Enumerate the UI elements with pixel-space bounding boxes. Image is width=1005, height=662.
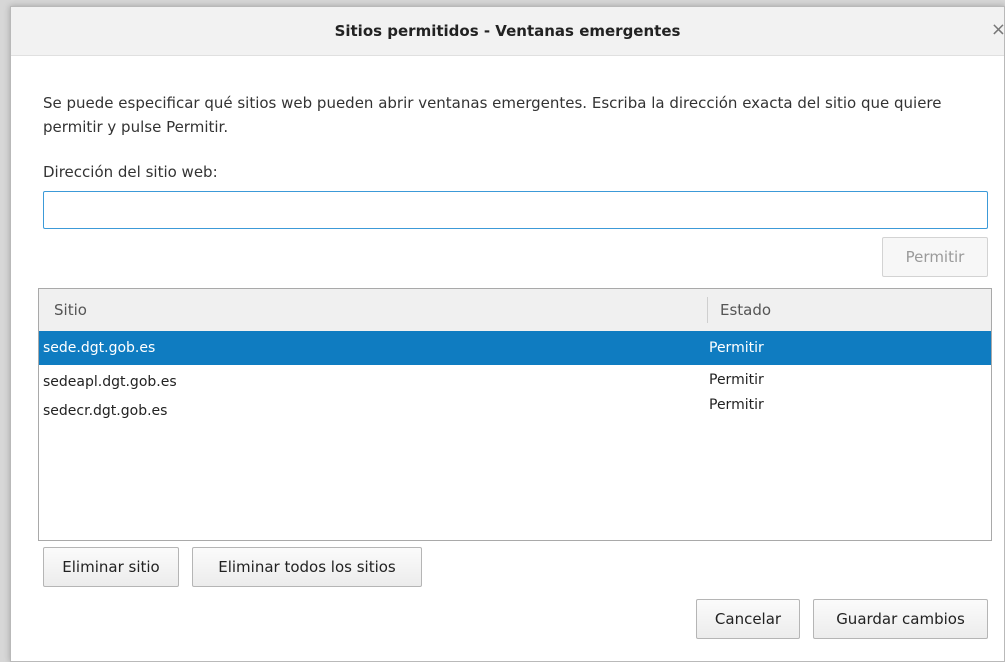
- column-header-site[interactable]: Sitio: [54, 301, 87, 319]
- cancel-button[interactable]: Cancelar: [696, 599, 800, 639]
- site-cell: sedecr.dgt.gob.es: [43, 403, 168, 419]
- status-cell: Permitir: [709, 340, 764, 356]
- popup-permissions-dialog: Sitios permitidos - Ventanas emergentes …: [10, 6, 1005, 662]
- status-cell: Permitir: [709, 372, 764, 388]
- column-header-status[interactable]: Estado: [720, 301, 771, 319]
- dialog-description: Se puede especificar qué sitios web pued…: [43, 94, 942, 136]
- site-cell: sedeapl.dgt.gob.es: [43, 374, 177, 390]
- remove-all-sites-button[interactable]: Eliminar todos los sitios: [192, 547, 422, 587]
- remove-site-button[interactable]: Eliminar sitio: [43, 547, 179, 587]
- list-item[interactable]: sedecr.dgt.gob.es Permitir: [39, 397, 991, 431]
- status-cell: Permitir: [709, 397, 764, 413]
- address-label: Dirección del sitio web:: [43, 163, 218, 181]
- list-header: Sitio Estado: [39, 289, 991, 332]
- list-item[interactable]: sede.dgt.gob.es Permitir: [39, 331, 991, 365]
- dialog-title: Sitios permitidos - Ventanas emergentes: [334, 22, 681, 40]
- list-item[interactable]: sedeapl.dgt.gob.es Permitir: [39, 365, 991, 399]
- address-input[interactable]: [43, 191, 988, 229]
- sites-list: Sitio Estado sede.dgt.gob.es Permitir se…: [38, 288, 992, 541]
- title-bar: Sitios permitidos - Ventanas emergentes …: [11, 7, 1004, 56]
- close-icon[interactable]: ×: [991, 19, 1004, 40]
- save-changes-button[interactable]: Guardar cambios: [813, 599, 988, 639]
- column-divider[interactable]: [707, 297, 708, 323]
- site-cell: sede.dgt.gob.es: [43, 340, 156, 356]
- permit-button[interactable]: Permitir: [882, 237, 988, 277]
